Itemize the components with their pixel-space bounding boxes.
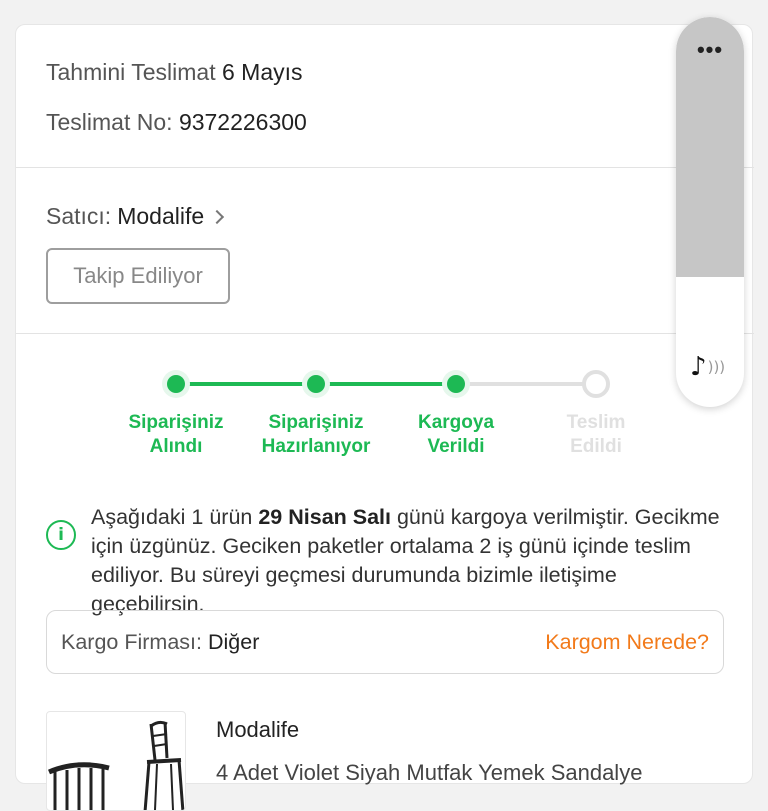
chevron-right-icon	[210, 209, 225, 224]
seller-label: Satıcı:	[46, 203, 112, 229]
delivery-estimate-label: Tahmini Teslimat	[46, 59, 216, 85]
chair-image	[48, 720, 185, 810]
seller-link[interactable]: Satıcı: Modalife	[46, 203, 225, 230]
delivery-estimate-value: 6 Mayıs	[221, 59, 303, 85]
progress-line	[456, 382, 596, 386]
shipping-info-text: Aşağıdaki 1 ürün 29 Nisan Salı günü karg…	[91, 505, 720, 616]
order-detail-card: Tahmini Teslimat 6 Mayıs Teslimat No: 93…	[15, 17, 754, 811]
more-icon[interactable]: •••	[676, 37, 744, 63]
product-thumbnail[interactable]	[46, 711, 186, 811]
step-label-delivered: Teslim Edildi	[566, 412, 626, 457]
delivery-number-value: 9372226300	[178, 109, 307, 135]
step-dot-received	[162, 370, 190, 398]
music-note-icon[interactable]: ♪)))	[690, 349, 734, 385]
cargo-company-value: Diğer	[207, 629, 260, 654]
step-label-preparing: Siparişiniz Hazırlanıyor	[261, 412, 371, 457]
cargo-info-box: Kargo Firması: Diğer Kargom Nerede?	[46, 610, 724, 674]
delivery-number: Teslimat No: 9372226300	[46, 109, 307, 136]
divider	[16, 333, 754, 334]
step-label-shipped: Kargoya Verildi	[417, 412, 495, 457]
step-dot-delivered	[582, 370, 610, 398]
delivery-estimate: Tahmini Teslimat 6 Mayıs	[46, 59, 303, 86]
delivery-number-label: Teslimat No:	[46, 109, 173, 135]
track-cargo-link[interactable]: Kargom Nerede?	[545, 630, 709, 655]
follow-button[interactable]: Takip Ediliyor	[46, 248, 230, 304]
seller-name: Modalife	[117, 203, 205, 229]
order-progress-tracker: Siparişiniz Alındı Siparişiniz Hazırlanıyo…	[106, 365, 646, 465]
divider	[16, 167, 754, 168]
progress-line	[316, 382, 456, 386]
progress-line	[176, 382, 316, 386]
cargo-company-label: Kargo Firması:	[61, 629, 202, 654]
product-name[interactable]: 4 Adet Violet Siyah Mutfak Yemek Sandaly…	[216, 760, 642, 786]
step-label-received: Siparişiniz Alındı	[128, 412, 224, 457]
step-dot-shipped	[442, 370, 470, 398]
step-dot-preparing	[302, 370, 330, 398]
info-icon: i	[46, 520, 76, 550]
product-seller: Modalife	[216, 717, 300, 742]
floating-media-panel[interactable]: ••• ♪)))	[676, 17, 744, 407]
